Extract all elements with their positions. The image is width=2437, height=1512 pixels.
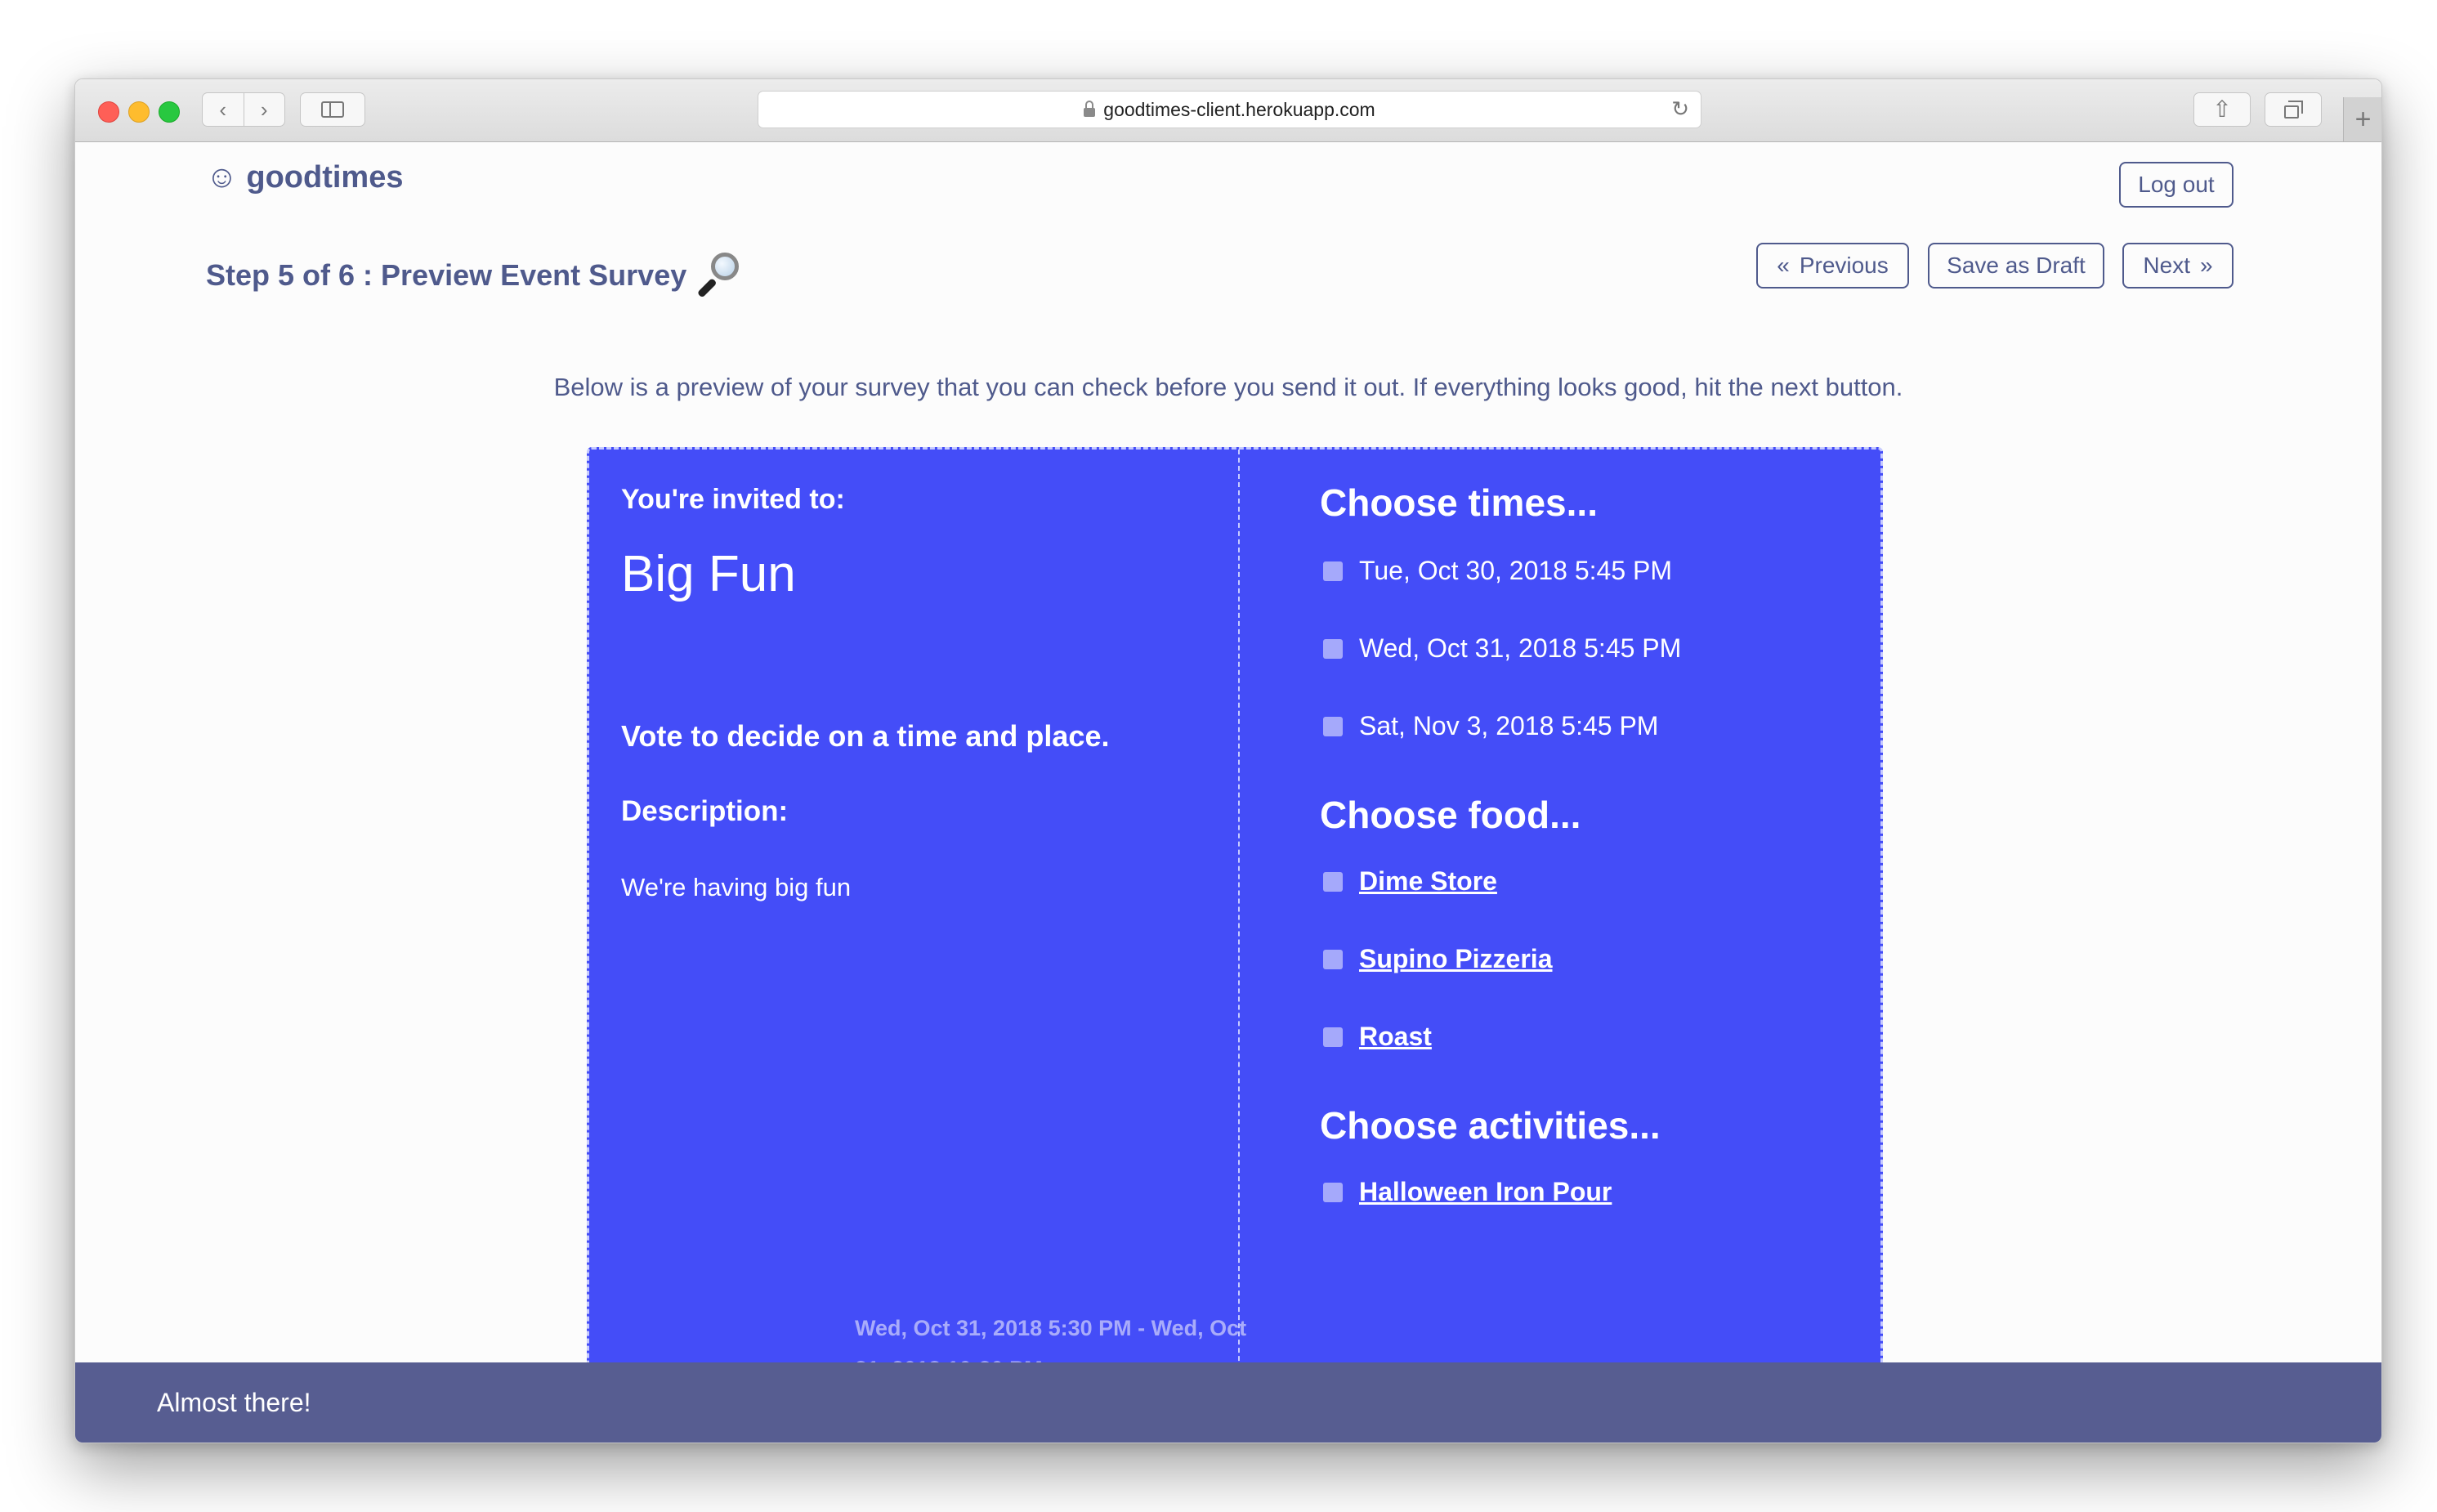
page-content: ☺ goodtimes Log out Step 5 of 6 : Previe… <box>75 142 2381 1443</box>
forward-icon[interactable]: › <box>244 97 285 123</box>
app-logo[interactable]: ☺ goodtimes <box>206 160 404 195</box>
time-checkbox[interactable] <box>1323 716 1343 736</box>
time-option[interactable]: Wed, Oct 31, 2018 5:45 PM <box>1323 633 1681 664</box>
zoom-window-button[interactable] <box>159 101 180 123</box>
time-checkbox[interactable] <box>1323 561 1343 581</box>
time-label: Sat, Nov 3, 2018 5:45 PM <box>1359 711 1659 740</box>
food-link[interactable]: Roast <box>1359 1022 1432 1052</box>
show-tabs-button[interactable] <box>2265 92 2322 127</box>
footer-text: Almost there! <box>157 1387 311 1417</box>
times-heading: Choose times... <box>1320 481 1598 524</box>
plus-icon[interactable]: + <box>2343 97 2381 141</box>
food-checkbox[interactable] <box>1323 1027 1343 1047</box>
time-label: Wed, Oct 31, 2018 5:45 PM <box>1359 633 1682 663</box>
previous-label: Previous <box>1799 253 1889 278</box>
share-button[interactable]: ⇧ <box>2193 92 2251 127</box>
logo-text: goodtimes <box>246 160 404 195</box>
back-icon[interactable]: ‹ <box>203 97 244 123</box>
food-option[interactable]: Roast <box>1323 1022 1432 1052</box>
time-checkbox[interactable] <box>1323 638 1343 659</box>
food-option[interactable]: Dime Store <box>1323 866 1497 897</box>
previous-button[interactable]: « Previous <box>1756 243 1909 289</box>
activity-link[interactable]: Halloween Iron Pour <box>1359 1177 1612 1207</box>
share-icon: ⇧ <box>2212 96 2232 122</box>
sidebar-icon <box>321 101 344 118</box>
double-chevron-right-icon: » <box>2200 253 2213 278</box>
sidebar-button[interactable] <box>300 92 365 127</box>
status-footer: Almost there! <box>75 1362 2381 1443</box>
page-title: Step 5 of 6 : Preview Event Survey <box>206 251 747 300</box>
next-button[interactable]: Next » <box>2122 243 2234 289</box>
vote-instructions: Vote to decide on a time and place. <box>621 719 1110 753</box>
close-window-button[interactable] <box>98 101 119 123</box>
history-nav: ‹ › <box>202 92 285 127</box>
activity-checkbox[interactable] <box>1323 1182 1343 1202</box>
next-label: Next <box>2143 253 2190 278</box>
step-title-text: Step 5 of 6 : Preview Event Survey <box>206 258 687 292</box>
url-text: goodtimes-client.herokuapp.com <box>1103 98 1375 120</box>
food-option[interactable]: Supino Pizzeria <box>1323 944 1552 974</box>
browser-toolbar: ‹ › goodtimes-client.herokuapp.com ↻ ⇧ + <box>75 79 2381 142</box>
time-label: Tue, Oct 30, 2018 5:45 PM <box>1359 556 1673 585</box>
invited-label: You're invited to: <box>621 484 845 515</box>
smile-icon: ☺ <box>206 160 238 195</box>
event-title: Big Fun <box>621 546 796 602</box>
save-draft-button[interactable]: Save as Draft <box>1928 243 2104 289</box>
address-bar[interactable]: goodtimes-client.herokuapp.com ↻ <box>758 91 1701 128</box>
time-option[interactable]: Tue, Oct 30, 2018 5:45 PM <box>1323 556 1672 586</box>
reload-icon[interactable]: ↻ <box>1671 96 1689 122</box>
column-divider <box>1238 450 1240 1443</box>
activities-heading: Choose activities... <box>1320 1104 1661 1147</box>
minimize-window-button[interactable] <box>128 101 150 123</box>
preview-instructions: Below is a preview of your survey that y… <box>553 373 1903 401</box>
food-link[interactable]: Supino Pizzeria <box>1359 944 1552 974</box>
magnifying-glass-icon <box>697 251 747 300</box>
lock-icon <box>1084 100 1096 117</box>
time-option[interactable]: Sat, Nov 3, 2018 5:45 PM <box>1323 711 1658 741</box>
browser-window: ‹ › goodtimes-client.herokuapp.com ↻ ⇧ +… <box>74 78 2382 1443</box>
tabs-icon <box>2284 101 2303 119</box>
food-checkbox[interactable] <box>1323 871 1343 892</box>
food-checkbox[interactable] <box>1323 949 1343 969</box>
food-link[interactable]: Dime Store <box>1359 866 1497 897</box>
food-heading: Choose food... <box>1320 794 1581 836</box>
double-chevron-left-icon: « <box>1777 253 1790 278</box>
description-label: Description: <box>621 795 789 827</box>
activity-option[interactable]: Halloween Iron Pour <box>1323 1177 1612 1207</box>
event-description: We're having big fun <box>621 873 852 901</box>
survey-preview-card: You're invited to: Big Fun Vote to decid… <box>587 447 1883 1443</box>
logout-button[interactable]: Log out <box>2119 162 2234 208</box>
